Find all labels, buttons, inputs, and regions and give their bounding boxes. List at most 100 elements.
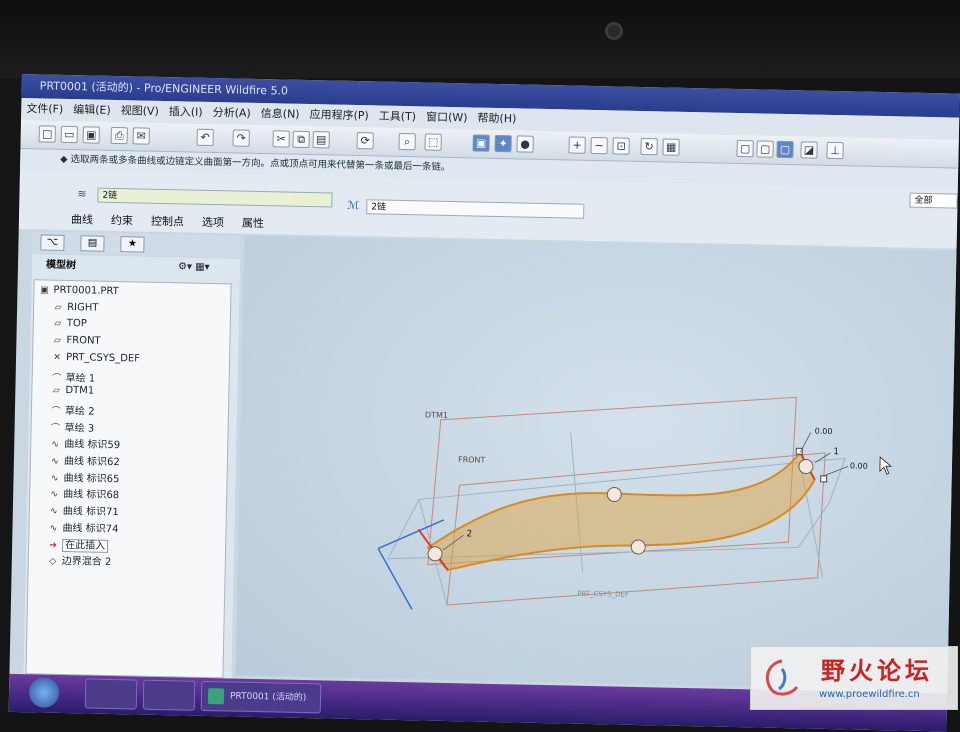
datum-plane-icon: ▱ [52, 385, 60, 397]
taskbar-app-media[interactable] [84, 678, 138, 710]
forum-name: 野火论坛 [821, 657, 933, 685]
model-view[interactable]: DTM1 FRONT 2 1 0.00 0.00 PRT_CSYS_DEF [235, 236, 956, 691]
cut-icon[interactable]: ✂ [272, 130, 290, 148]
insert-arrow-icon: ➔ [49, 540, 58, 551]
tree-item[interactable]: ➔ 在此插入 [47, 535, 109, 553]
folder-browser-tab[interactable]: ▤ [80, 235, 105, 252]
curve-icon: ∿ [51, 439, 60, 451]
dashboard-tab[interactable]: 曲线 [71, 213, 93, 226]
menu-item[interactable]: 视图(V) [121, 104, 159, 118]
tree-item[interactable]: ∿ 曲线 标识65 [48, 468, 120, 485]
tree-item-label: 草绘 2 [64, 405, 95, 418]
new-icon[interactable]: □ [38, 125, 56, 143]
taskbar-app-explorer[interactable] [142, 679, 196, 711]
zoom-out-icon[interactable]: − [590, 136, 608, 155]
view-manager-icon[interactable]: ▦ [662, 138, 680, 156]
email-icon[interactable]: ✉ [132, 127, 150, 145]
tree-settings-icon[interactable]: ⚙▾ ▦▾ [178, 261, 210, 273]
tree-item[interactable]: ▱ TOP [52, 318, 87, 329]
tree-item-label: 草绘 3 [64, 422, 95, 435]
refit-icon[interactable]: ⊡ [612, 137, 630, 155]
datum-plane-icon: ▱ [53, 335, 61, 346]
copy-icon[interactable]: ⧉ [292, 130, 310, 149]
save-icon[interactable]: ▣ [82, 126, 100, 144]
filter-select[interactable]: 全部 [909, 192, 958, 209]
screen: PRT0001 (活动的) - Pro/ENGINEER Wildfire 5.… [8, 74, 960, 732]
tree-item[interactable]: ▱ FRONT [51, 335, 101, 347]
tree-item[interactable]: ∿ 曲线 标识62 [49, 452, 120, 468]
datum-axis-icon[interactable]: ⊥ [826, 141, 844, 160]
zoom-in-icon[interactable]: + [568, 136, 586, 154]
control-handle[interactable] [606, 486, 622, 502]
graphics-window[interactable]: DTM1 FRONT 2 1 0.00 0.00 PRT_CSYS_DEF [235, 235, 957, 691]
tree-item[interactable]: ✕ PRT_CSYS_DEF [51, 351, 140, 365]
redo-icon[interactable]: ↷ [232, 129, 250, 147]
handle-label-1: 1 [833, 447, 839, 457]
tree-item[interactable]: ▣ PRT0001.PRT [38, 284, 119, 297]
control-handle[interactable] [630, 539, 646, 555]
datum-plane-icon[interactable]: ◪ [800, 141, 818, 159]
shade-icon[interactable]: ▢ [776, 140, 794, 159]
dashboard-tab[interactable]: 约束 [111, 214, 133, 227]
datum-display-icon[interactable]: ▣ [472, 134, 490, 152]
taskbar-app-proe-label: PRT0001 (活动的) [229, 691, 307, 704]
tree-item[interactable]: ∿ 曲线 标识74 [47, 518, 119, 535]
menu-item[interactable]: 工具(T) [379, 109, 417, 123]
forum-watermark: 野火论坛 www.proewildfire.cn [750, 646, 958, 710]
tree-item-label: DTM1 [65, 385, 95, 397]
tree-item-label: 在此插入 [62, 538, 109, 553]
open-icon[interactable]: ▭ [60, 125, 78, 144]
menu-item[interactable]: 信息(N) [261, 107, 300, 121]
print-icon[interactable]: ⎙ [110, 126, 128, 145]
tree-item[interactable]: ⌒ 草绘 2 [50, 402, 95, 418]
curve-icon: ∿ [50, 473, 59, 484]
wireframe-icon[interactable]: ▢ [736, 139, 754, 158]
regenerate-icon[interactable]: ⟳ [356, 132, 374, 150]
favorites-tab[interactable]: ★ [120, 236, 145, 253]
tangent-handle[interactable] [795, 447, 803, 455]
tree-item[interactable]: ∿ 曲线 标识71 [48, 502, 119, 518]
sketch-icon: ⌒ [50, 423, 61, 434]
undo-icon[interactable]: ↶ [196, 128, 214, 147]
hidden-line-icon[interactable]: ▢ [756, 140, 774, 158]
spin-center-icon[interactable]: ✦ [494, 134, 512, 153]
tree-item[interactable]: ▱ RIGHT [52, 301, 99, 314]
tangent-handle[interactable] [820, 475, 828, 483]
tree-item[interactable]: ◇ 边界混合 2 [47, 552, 112, 568]
model-tree: ▣ PRT0001.PRT ▱ RIGHT ▱ TOP ▱ FRONT ✕ PRT_CSYS_DE… [25, 279, 232, 679]
front-label: FRONT [458, 455, 486, 465]
menu-item[interactable]: 插入(I) [169, 105, 203, 119]
menu-item[interactable]: 帮助(H) [477, 112, 516, 126]
dashboard-tab[interactable]: 属性 [242, 217, 264, 230]
start-button[interactable] [28, 677, 60, 708]
tree-item[interactable]: ∿ 曲线 标识59 [49, 435, 120, 451]
taskbar-app-proe[interactable]: PRT0001 (活动的) [200, 680, 322, 714]
find-icon[interactable]: ⌕ [398, 132, 416, 151]
menu-item[interactable]: 文件(F) [26, 102, 63, 116]
tree-item[interactable]: ▱ DTM1 [50, 385, 95, 397]
orient-icon[interactable]: ↻ [640, 137, 658, 156]
menu-item[interactable]: 应用程序(P) [309, 108, 368, 122]
tree-item[interactable]: ⌒ 草绘 3 [49, 418, 95, 435]
csys-axis [377, 548, 413, 610]
menu-item[interactable]: 编辑(E) [73, 103, 111, 117]
curve-icon: ∿ [49, 506, 58, 517]
dashboard-tab[interactable]: 选项 [202, 216, 224, 229]
control-handle[interactable] [427, 546, 443, 562]
boundary-blend-surface[interactable] [426, 445, 816, 578]
paste-icon[interactable]: ▤ [312, 131, 330, 149]
dashboard-tab[interactable]: 控制点 [151, 215, 184, 229]
control-handle[interactable] [798, 459, 814, 475]
tree-item[interactable]: ∿ 曲线 标识68 [48, 485, 119, 501]
tree-item-label: 曲线 标识59 [64, 439, 121, 452]
tree-item[interactable]: ⌒ 草绘 1 [51, 368, 96, 384]
webcam [605, 22, 623, 40]
handle-label-2: 2 [466, 529, 472, 539]
second-direction-icon: ℳ [347, 198, 360, 213]
shading-icon[interactable]: ● [516, 135, 534, 153]
menu-item[interactable]: 窗口(W) [426, 110, 468, 124]
forum-logo-icon [766, 659, 799, 696]
select-box-icon[interactable]: ⬚ [424, 133, 442, 151]
model-tree-tab[interactable]: ⌥ [40, 234, 65, 251]
menu-item[interactable]: 分析(A) [213, 106, 251, 120]
